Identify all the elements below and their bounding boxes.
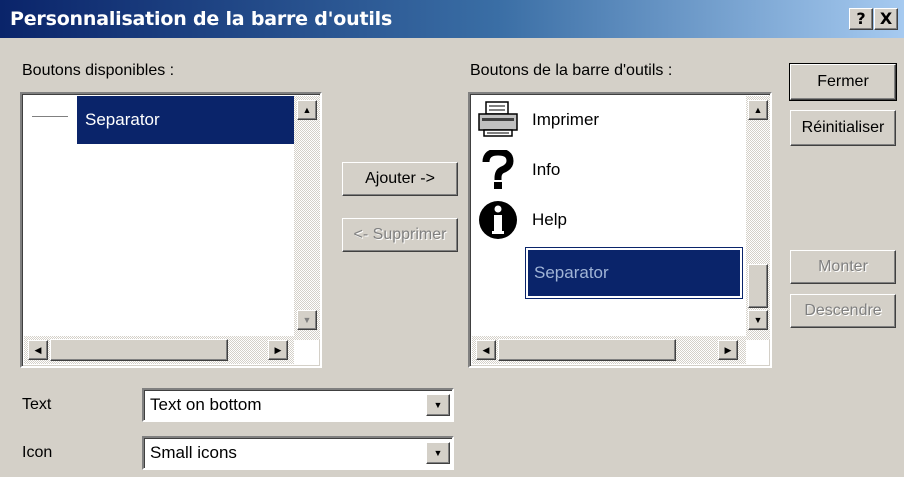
arrow-up-icon: ▲ — [753, 105, 763, 115]
dropdown-button[interactable]: ▼ — [426, 442, 450, 464]
reset-button[interactable]: Réinitialiser — [790, 110, 896, 146]
text-position-value: Text on bottom — [150, 395, 262, 414]
scroll-down-button[interactable]: ▼ — [297, 310, 317, 330]
title-bar: Personnalisation de la barre d'outils ? … — [0, 0, 904, 38]
available-buttons-label: Boutons disponibles : — [22, 62, 175, 79]
scroll-thumb[interactable] — [748, 264, 768, 308]
list-item-label: Imprimer — [532, 110, 600, 129]
customize-toolbar-dialog: Personnalisation de la barre d'outils ? … — [0, 0, 904, 477]
vertical-scrollbar[interactable] — [294, 96, 320, 340]
scroll-down-button[interactable]: ▼ — [748, 310, 768, 330]
list-item-label: Separator — [525, 247, 743, 299]
dropdown-button[interactable]: ▼ — [426, 394, 450, 416]
scroll-thumb[interactable] — [50, 339, 228, 361]
remove-button[interactable]: <- Supprimer — [342, 218, 458, 252]
separator-line-icon — [32, 116, 68, 118]
window-title: Personnalisation de la barre d'outils — [10, 8, 393, 30]
list-item[interactable]: Info — [476, 148, 560, 192]
arrow-left-icon: ◀ — [482, 345, 490, 355]
icon-option-label: Icon — [22, 444, 53, 461]
move-down-button[interactable]: Descendre — [790, 294, 896, 328]
help-icon: ? — [856, 9, 866, 28]
scroll-up-button[interactable]: ▲ — [297, 100, 317, 120]
chevron-down-icon: ▼ — [433, 448, 443, 458]
scroll-left-button[interactable]: ◀ — [476, 340, 496, 360]
scroll-thumb[interactable] — [498, 339, 676, 361]
arrow-right-icon: ▶ — [724, 345, 732, 355]
scroll-right-button[interactable]: ▶ — [268, 340, 288, 360]
arrow-left-icon: ◀ — [34, 345, 42, 355]
arrow-right-icon: ▶ — [274, 345, 282, 355]
text-option-label: Text — [22, 396, 52, 413]
list-item[interactable]: Help — [476, 198, 567, 242]
arrow-down-icon: ▼ — [302, 315, 312, 325]
list-item-label: Separator — [77, 96, 294, 144]
scroll-up-button[interactable]: ▲ — [748, 100, 768, 120]
help-button[interactable]: ? — [849, 8, 873, 30]
arrow-down-icon: ▼ — [753, 315, 763, 325]
list-item-label: Info — [532, 160, 561, 179]
printer-icon — [478, 101, 518, 137]
add-button[interactable]: Ajouter -> — [342, 162, 458, 196]
icon-size-select[interactable]: Small icons ▼ — [142, 436, 454, 470]
close-button[interactable]: Fermer — [789, 63, 897, 101]
icon-size-value: Small icons — [150, 443, 237, 462]
info-icon — [479, 201, 517, 239]
chevron-down-icon: ▼ — [433, 400, 443, 410]
list-item[interactable]: Imprimer — [476, 98, 599, 142]
move-up-button[interactable]: Monter — [790, 250, 896, 284]
close-window-button[interactable]: X — [874, 8, 898, 30]
available-buttons-list[interactable]: Separator ▲ ▼ ◀ ▶ — [20, 92, 322, 368]
arrow-up-icon: ▲ — [302, 105, 312, 115]
scroll-right-button[interactable]: ▶ — [718, 340, 738, 360]
toolbar-buttons-label: Boutons de la barre d'outils : — [470, 62, 673, 79]
toolbar-buttons-list[interactable]: Imprimer Info Help Separator ▲ ▼ ◀ ▶ — [468, 92, 772, 368]
list-item-label: Help — [532, 210, 567, 229]
text-position-select[interactable]: Text on bottom ▼ — [142, 388, 454, 422]
scroll-left-button[interactable]: ◀ — [28, 340, 48, 360]
close-icon: X — [879, 9, 893, 28]
question-mark-icon — [482, 150, 514, 189]
